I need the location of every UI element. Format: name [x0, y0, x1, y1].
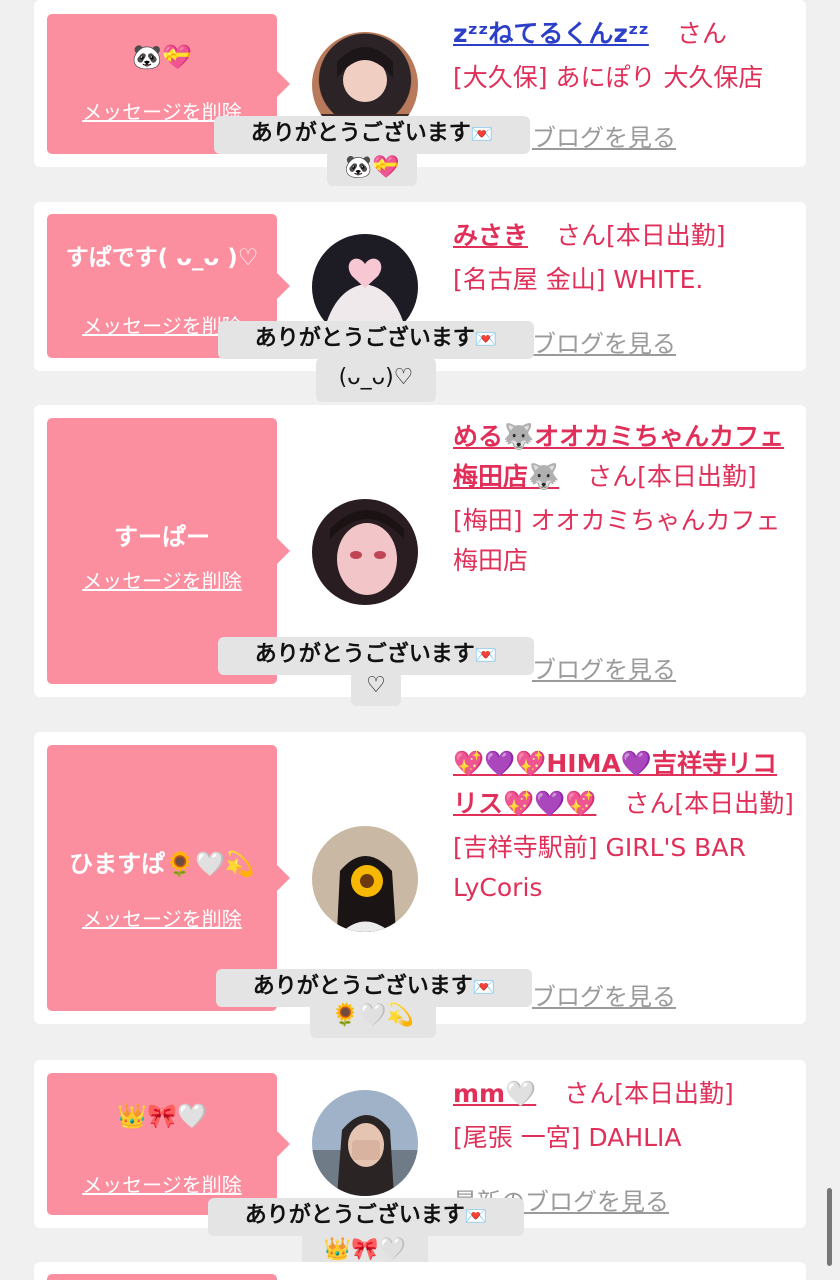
tooltip-title: ありがとうございます: [244, 1203, 465, 1228]
avatar-photo-icon: [330, 510, 404, 595]
cast-suffix: さん[本日出勤]: [555, 221, 726, 250]
shop-label: [尾張 一宮] DAHLIA: [453, 1123, 682, 1152]
thank-you-tooltip: ありがとうございます💌: [218, 321, 534, 359]
message-text: すぱです( ᴗ_ᴗ )♡: [65, 245, 259, 271]
shop-label: [大久保] あにぽり 大久保店: [453, 63, 764, 92]
tooltip-title: ありがとうございます: [250, 121, 471, 146]
cast-suffix: さん[本日出勤]: [564, 1079, 734, 1108]
message-text: 👑🎀🤍: [117, 1102, 207, 1130]
cast-name-link[interactable]: mm🤍: [453, 1079, 536, 1108]
avatar-photo-icon: [337, 856, 396, 932]
delete-message-link[interactable]: メッセージを削除: [47, 903, 277, 932]
delete-message-link[interactable]: メッセージを削除: [47, 1169, 277, 1198]
avatar-photo-icon: [312, 1115, 418, 1196]
shop-label: [吉祥寺駅前] GIRL'S BAR LyCoris: [453, 833, 746, 902]
shop-label: [梅田] オオカミちゃんカフェ梅田店: [453, 506, 781, 575]
tooltip-title: ありがとうございます: [254, 326, 475, 351]
message-text: ひますぱ🌻🤍💫: [69, 850, 255, 878]
envelope-icon: 💌: [474, 329, 498, 350]
message-bubble: [47, 1274, 277, 1280]
cast-info: みさき さん[本日出勤] [名古屋 金山] WHITE.: [453, 216, 798, 300]
envelope-icon: 💌: [472, 977, 496, 998]
tooltip-emoji: 🌻🤍💫: [310, 998, 436, 1038]
avatar[interactable]: [312, 826, 418, 932]
message-text: すーぱー: [114, 523, 210, 551]
message-card: [34, 1262, 806, 1280]
avatar[interactable]: [312, 1090, 418, 1196]
tooltip-title: ありがとうございます: [254, 642, 475, 667]
message-text: 🐼💝: [132, 43, 192, 71]
cast-name-link[interactable]: zᶻᶻねてるくんzᶻᶻ: [453, 19, 649, 48]
shop-label: [名古屋 金山] WHITE.: [453, 265, 704, 294]
cast-info: zᶻᶻねてるくんzᶻᶻ さん [大久保] あにぽり 大久保店: [453, 14, 798, 98]
cast-suffix: さん: [676, 19, 727, 48]
scrollbar[interactable]: [827, 1188, 832, 1266]
blog-link[interactable]: ブログを見る: [532, 118, 676, 153]
blog-link[interactable]: ブログを見る: [532, 324, 676, 359]
cast-info: mm🤍 さん[本日出勤] [尾張 一宮] DAHLIA: [453, 1074, 798, 1158]
thank-you-tooltip: ありがとうございます💌: [214, 116, 530, 154]
cast-suffix: さん[本日出勤]: [587, 462, 757, 491]
avatar[interactable]: [312, 499, 418, 605]
delete-message-link[interactable]: メッセージを削除: [47, 565, 277, 594]
tooltip-emoji: ♡: [351, 668, 401, 706]
cast-info: 💖💜💖HIMA💜吉祥寺リコリス💖💜💖 さん[本日出勤] [吉祥寺駅前] GIRL…: [453, 744, 798, 908]
tooltip-emoji: (ᴗ_ᴗ)♡: [316, 358, 436, 402]
cast-suffix: さん[本日出勤]: [624, 789, 794, 818]
tooltip-emoji: 🐼💝: [327, 150, 417, 186]
envelope-icon: 💌: [474, 645, 498, 666]
cast-name-link[interactable]: みさき: [453, 221, 528, 250]
message-bubble: 👑🎀🤍 メッセージを削除: [47, 1073, 290, 1215]
envelope-icon: 💌: [464, 1206, 488, 1227]
thank-you-tooltip: ありがとうございます💌: [208, 1198, 524, 1236]
tooltip-title: ありがとうございます: [252, 974, 473, 999]
cast-info: める🐺オオカミちゃんカフェ梅田店🐺 さん[本日出勤] [梅田] オオカミちゃんカ…: [453, 417, 798, 581]
blog-link[interactable]: ブログを見る: [532, 650, 676, 685]
blog-link[interactable]: ブログを見る: [532, 977, 676, 1012]
envelope-icon: 💌: [470, 124, 494, 145]
